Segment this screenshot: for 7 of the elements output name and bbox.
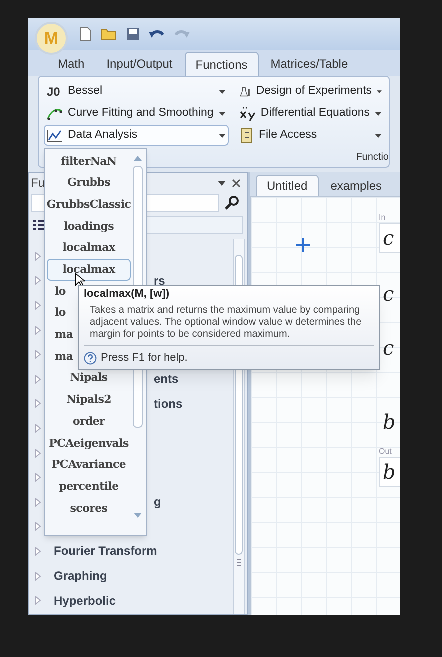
group-label: Functio xyxy=(356,151,389,165)
panel-title: Fu xyxy=(31,175,46,192)
region-label: In xyxy=(379,213,387,223)
function-symbol-icon: J0 xyxy=(47,82,63,100)
tooltip-title: localmax(M, [w]) xyxy=(84,288,171,301)
region-label: Out xyxy=(379,447,393,457)
help-hint: Press F1 for help. xyxy=(101,351,188,366)
